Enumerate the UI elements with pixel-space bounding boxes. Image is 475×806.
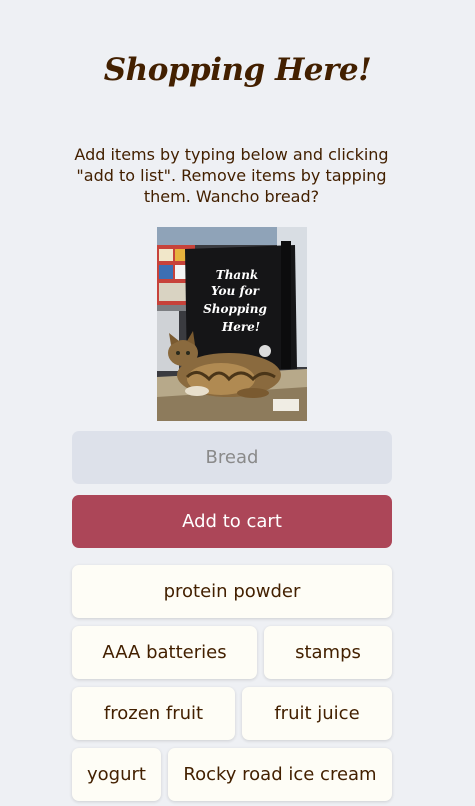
bag-text-4: Here! <box>221 320 260 334</box>
cat-photo: Thank You for Shopping Here! <box>157 227 307 421</box>
list-item[interactable]: stamps <box>264 626 392 679</box>
bag-text-2: You for <box>211 284 261 298</box>
list-row: protein powder <box>72 565 392 618</box>
list-item[interactable]: AAA batteries <box>72 626 257 679</box>
item-input[interactable] <box>72 431 392 484</box>
page: Shopping Here! Add items by typing below… <box>0 0 475 806</box>
list-row: AAA batteries stamps <box>72 626 392 679</box>
bag-text-3: Shopping <box>203 302 267 316</box>
shopping-list: protein powder AAA batteries stamps froz… <box>72 565 392 806</box>
list-row: frozen fruit fruit juice <box>72 687 392 740</box>
list-row: yogurt Rocky road ice cream <box>72 748 392 801</box>
list-item[interactable]: protein powder <box>72 565 392 618</box>
list-item[interactable]: yogurt <box>72 748 161 801</box>
bag-text-1: Thank <box>216 268 258 282</box>
list-item[interactable]: fruit juice <box>242 687 392 740</box>
list-item[interactable]: frozen fruit <box>72 687 235 740</box>
page-title: Shopping Here! <box>103 52 372 88</box>
instructions-text: Add items by typing below and clicking "… <box>74 145 389 206</box>
list-item[interactable]: Rocky road ice cream <box>168 748 392 801</box>
add-to-cart-button[interactable]: Add to cart <box>72 495 392 548</box>
